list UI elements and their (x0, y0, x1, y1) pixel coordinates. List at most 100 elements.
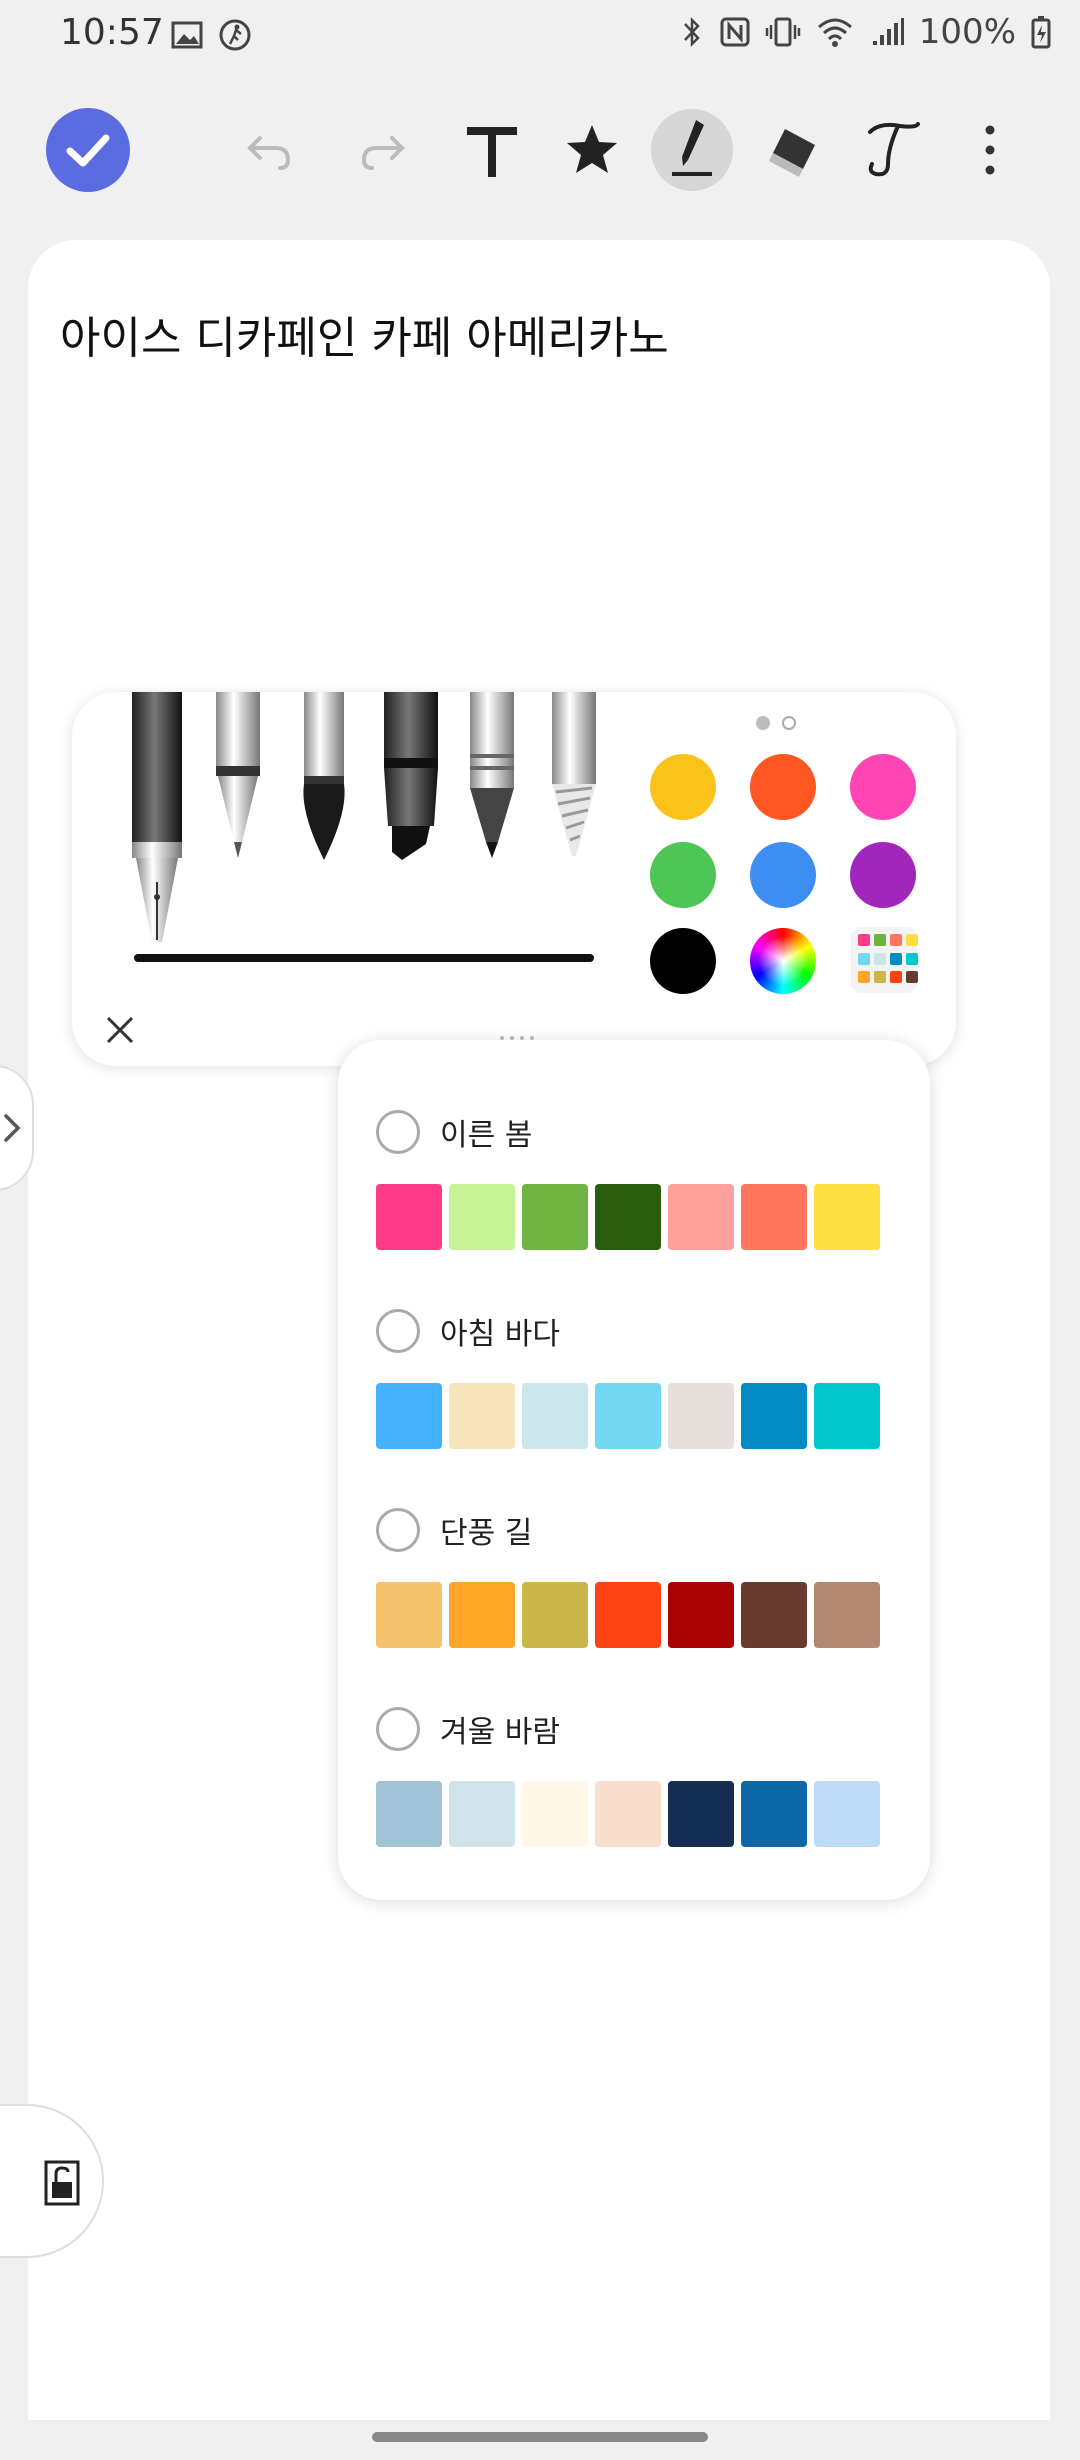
color-swatch[interactable] (741, 1184, 807, 1250)
wifi-icon (817, 18, 852, 47)
status-bar: 10:57 100% (0, 0, 1080, 72)
palette-set: 아침 바다 (376, 1301, 896, 1449)
done-button[interactable] (38, 95, 138, 205)
palette-set: 겨울 바람 (376, 1699, 896, 1847)
color-blue[interactable] (750, 842, 816, 908)
handwriting-icon (868, 122, 920, 177)
color-swatch[interactable] (595, 1184, 661, 1250)
palette-set-label: 겨울 바람 (440, 1715, 560, 1750)
color-swatch[interactable] (814, 1582, 880, 1648)
palette-option-morning-sea[interactable]: 아침 바다 (376, 1301, 896, 1361)
color-swatch[interactable] (376, 1582, 442, 1648)
color-swatch[interactable] (449, 1184, 515, 1250)
activity-icon (219, 19, 251, 51)
favorite-icon (567, 125, 617, 173)
palette-set-label: 단풍 길 (440, 1516, 533, 1551)
color-palette-popup: 이른 봄 아침 바다 단풍 길 겨울 바람 (338, 1040, 930, 1900)
palette-option-winter-wind[interactable]: 겨울 바람 (376, 1699, 896, 1759)
color-pink[interactable] (850, 754, 916, 820)
color-swatch[interactable] (522, 1582, 588, 1648)
color-swatch[interactable] (741, 1383, 807, 1449)
color-swatch[interactable] (449, 1383, 515, 1449)
pen-icon (651, 109, 733, 191)
color-swatch[interactable] (595, 1383, 661, 1449)
color-black[interactable] (650, 928, 716, 994)
home-indicator[interactable] (372, 2432, 708, 2442)
radio-button[interactable] (376, 1110, 420, 1154)
page-dot (756, 716, 770, 730)
eraser-tool-button[interactable] (744, 95, 844, 205)
battery-level: 100% (918, 12, 1016, 52)
marker-option[interactable] (378, 692, 444, 862)
color-swatch[interactable] (376, 1184, 442, 1250)
palette-grid-icon[interactable] (851, 927, 918, 993)
color-swatch[interactable] (595, 1781, 661, 1847)
unlock-icon (44, 2160, 80, 2206)
color-swatch[interactable] (814, 1184, 880, 1250)
more-options-button[interactable] (940, 95, 1040, 205)
palette-set-label: 이른 봄 (440, 1118, 533, 1153)
color-purple[interactable] (850, 842, 916, 908)
handwriting-button[interactable] (842, 95, 942, 205)
status-time: 10:57 (60, 12, 164, 53)
color-swatch[interactable] (376, 1781, 442, 1847)
battery-icon (1031, 16, 1051, 49)
color-swatch[interactable] (668, 1781, 734, 1847)
color-swatch[interactable] (449, 1781, 515, 1847)
color-green[interactable] (650, 842, 716, 908)
color-yellow[interactable] (650, 754, 716, 820)
stroke-preview (134, 954, 594, 962)
radio-button[interactable] (376, 1707, 420, 1751)
color-swatch[interactable] (668, 1184, 734, 1250)
more-icon (985, 125, 995, 175)
eraser-icon (769, 129, 815, 177)
text-icon (467, 127, 517, 177)
palette-set: 이른 봄 (376, 1102, 896, 1250)
page-dot (782, 716, 796, 730)
color-swatch[interactable] (814, 1383, 880, 1449)
color-swatch[interactable] (668, 1383, 734, 1449)
gallery-icon (171, 21, 203, 49)
nfc-icon (720, 17, 750, 47)
ballpoint-pen-option[interactable] (210, 692, 266, 862)
color-swatch[interactable] (522, 1781, 588, 1847)
color-swatch[interactable] (449, 1582, 515, 1648)
color-swatch[interactable] (522, 1383, 588, 1449)
favorite-pens-button[interactable] (542, 95, 642, 205)
page-indicator (756, 716, 796, 730)
brush-pen-option[interactable] (296, 692, 352, 862)
color-orange[interactable] (750, 754, 816, 820)
radio-button[interactable] (376, 1309, 420, 1353)
undo-button[interactable] (218, 95, 318, 205)
color-swatch[interactable] (814, 1781, 880, 1847)
bluetooth-icon (683, 16, 700, 48)
pencil-option[interactable] (464, 692, 520, 862)
calligraphy-pen-option[interactable] (546, 692, 602, 862)
close-icon[interactable] (100, 1010, 140, 1050)
redo-button[interactable] (334, 95, 434, 205)
pen-tool-button[interactable] (642, 95, 742, 205)
signal-icon (872, 18, 904, 45)
vibrate-icon (765, 17, 801, 47)
redo-icon (361, 136, 405, 170)
color-swatch[interactable] (522, 1184, 588, 1250)
color-wheel-icon[interactable] (750, 928, 816, 994)
undo-icon (247, 136, 291, 170)
chevron-right-icon (4, 1114, 21, 1142)
fountain-pen-option[interactable] (124, 692, 190, 952)
color-swatch[interactable] (741, 1781, 807, 1847)
done-icon (46, 108, 130, 192)
palette-set-label: 아침 바다 (440, 1317, 560, 1352)
color-swatch[interactable] (376, 1383, 442, 1449)
toolbar (0, 95, 1080, 205)
color-swatch[interactable] (668, 1582, 734, 1648)
palette-option-early-spring[interactable]: 이른 봄 (376, 1102, 896, 1162)
palette-option-autumn-road[interactable]: 단풍 길 (376, 1500, 896, 1560)
radio-button[interactable] (376, 1508, 420, 1552)
color-swatch[interactable] (741, 1582, 807, 1648)
pen-settings-panel (72, 692, 956, 1066)
color-swatch[interactable] (595, 1582, 661, 1648)
palette-set: 단풍 길 (376, 1500, 896, 1648)
note-title[interactable]: 아이스 디카페인 카페 아메리카노 (60, 302, 669, 366)
text-tool-button[interactable] (442, 95, 542, 205)
